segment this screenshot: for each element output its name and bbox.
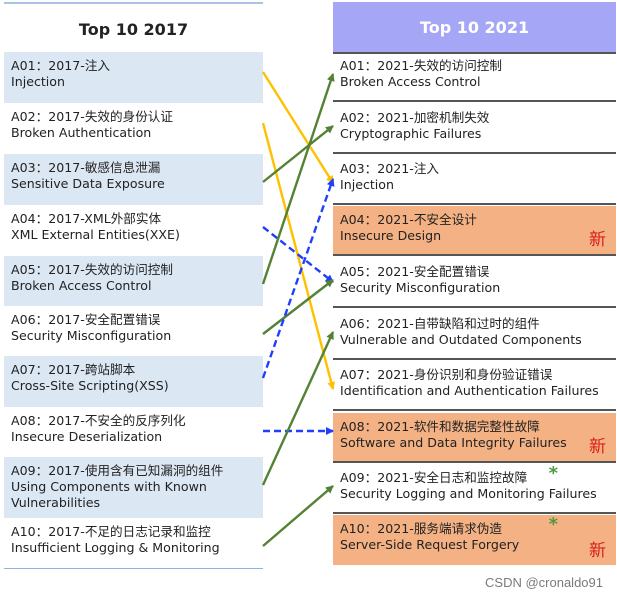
item-title-en: Broken Authentication [11,125,152,140]
item-title-cn: A06：2021-自带缺陷和过时的组件 [340,316,540,331]
item-title-en: Security Misconfiguration [11,328,172,343]
list-item-2021-a02: A02：2021-加密机制失效 Cryptographic Failures [333,104,616,154]
item-title-cn: A10：2021-服务端请求伪造 [340,521,502,536]
item-title-cn: A02：2021-加密机制失效 [340,110,490,125]
list-item-2017-a09: A09：2017-使用含有已知漏洞的组件 Using Components wit… [4,457,263,518]
item-title-cn: A07：2021-身份识别和身份验证错误 [340,367,553,382]
item-title-cn: A10：2017-不足的日志记录和监控 [11,524,211,539]
item-title-en: Insufficient Logging & Monitoring [11,540,220,555]
column-title-2021: Top 10 2021 [333,2,616,54]
item-title-cn: A01：2017-注入 [11,58,111,73]
item-title-en: Broken Access Control [11,278,152,293]
arrow-a03-to-a02 [262,125,334,183]
item-title-en: Software and Data Integrity Failures [340,435,567,450]
item-title-cn: A08：2021-软件和数据完整性故障 [340,419,540,434]
item-title-cn: A05：2017-失效的访问控制 [11,262,173,277]
item-title-en: Sensitive Data Exposure [11,176,165,191]
item-title-en: Vulnerable and Outdated Components [340,332,582,347]
arrow-a04-to-a05 [262,226,334,283]
item-title-cn: A04：2017-XML外部实体 [11,211,162,226]
item-title-cn: A07：2017-跨站脚本 [11,362,136,377]
item-title-cn: A04：2021-不安全设计 [340,212,477,227]
list-item-2017-a05: A05：2017-失效的访问控制 Broken Access Control [4,256,263,306]
item-title-en: Broken Access Control [340,74,481,89]
item-title-en: Injection [340,177,394,192]
item-title-en: Injection [11,74,65,89]
list-item-2017-a04: A04：2017-XML外部实体 XML External Entities(XX… [4,205,263,256]
arrow-a10-to-a09 [262,485,334,547]
item-title-en: Using Components with Known Vulnerabilit… [11,479,207,510]
list-item-2021-a10: A10：2021-服务端请求伪造 Server-Side Request Forg… [333,515,616,565]
item-title-en: Security Logging and Monitoring Failures [340,486,597,501]
list-item-2021-a04: A04：2021-不安全设计 Insecure Design 新 [333,206,616,256]
list-item-2021-a09: A09：2021-安全日志和监控故障 Security Logging and M… [333,464,616,514]
item-title-cn: A09：2017-使用含有已知漏洞的组件 [11,463,224,478]
item-title-en: Server-Side Request Forgery [340,537,520,552]
list-item-2021-a01: A01：2021-失效的访问控制 Broken Access Control [333,52,616,102]
arrow-a01-to-a03 [261,71,335,184]
left-bottom-divider [4,568,263,569]
list-item-2021-a08: A08：2021-软件和数据完整性故障 Software and Data Int… [333,413,616,463]
item-title-en: Cryptographic Failures [340,126,482,141]
item-title-en: Insecure Deserialization [11,429,163,444]
list-item-2021-a05: A05：2021-安全配置错误 Security Misconfiguration [333,258,616,308]
watermark: CSDN @cronaldo91 [485,575,603,590]
item-title-cn: A06：2017-安全配置错误 [11,312,161,327]
new-badge: 新 [589,437,606,457]
item-title-cn: A05：2021-安全配置错误 [340,264,490,279]
item-title-en: Cross-Site Scripting(XSS) [11,378,169,393]
item-title-cn: A03：2017-敏感信息泄漏 [11,160,161,175]
list-item-2021-a07: A07：2021-身份识别和身份验证错误 Identification and A… [333,361,616,411]
star-icon: * [548,463,558,484]
list-item-2017-a06: A06：2017-安全配置错误 Security Misconfiguration [4,306,263,356]
list-item-2021-a03: A03：2021-注入 Injection [333,155,616,205]
item-title-en: Insecure Design [340,228,442,243]
item-title-cn: A01：2021-失效的访问控制 [340,58,502,73]
item-title-en: Security Misconfiguration [340,280,501,295]
arrow-a05-to-a01 [261,73,335,285]
list-item-2017-a03: A03：2017-敏感信息泄漏 Sensitive Data Exposure [4,154,263,205]
column-title-2017: Top 10 2017 [4,2,263,56]
item-title-en: XML External Entities(XXE) [11,227,180,242]
list-item-2017-a02: A02：2017-失效的身份认证 Broken Authentication [4,103,263,154]
star-icon: * [548,514,558,535]
arrow-a07-to-a03 [261,178,335,379]
list-item-2021-a06: A06：2021-自带缺陷和过时的组件 Vulnerable and Outdat… [333,310,616,360]
list-item-2017-a01: A01：2017-注入 Injection [4,52,263,103]
list-item-2017-a07: A07：2017-跨站脚本 Cross-Site Scripting(XSS) [4,356,263,407]
item-title-cn: A08：2017-不安全的反序列化 [11,413,186,428]
new-badge: 新 [589,541,606,561]
new-badge: 新 [589,230,606,250]
item-title-cn: A02：2017-失效的身份认证 [11,109,173,124]
item-title-en: Identification and Authentication Failur… [340,383,599,398]
arrow-a06-to-a05 [262,279,334,335]
item-title-cn: A09：2021-安全日志和监控故障 [340,470,528,485]
list-item-2017-a08: A08：2017-不安全的反序列化 Insecure Deserializatio… [4,407,263,457]
arrow-a02-to-a07 [261,122,336,390]
arrow-a09-to-a06 [261,331,335,486]
list-item-2017-a10: A10：2017-不足的日志记录和监控 Insufficient Logging … [4,518,263,568]
item-title-cn: A03：2021-注入 [340,161,440,176]
